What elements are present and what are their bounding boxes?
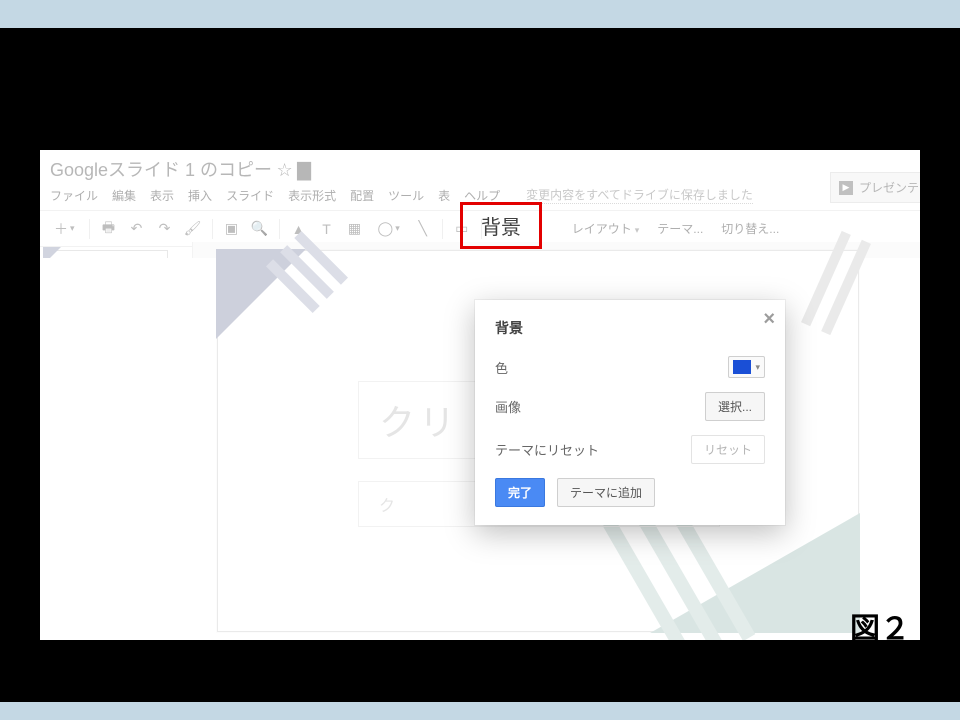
image-icon[interactable]: ▦ [344, 218, 366, 240]
document-title[interactable]: Googleスライド 1 のコピー [50, 160, 272, 180]
dialog-title: 背景 [495, 318, 765, 338]
shape-icon[interactable]: ◯▾ [372, 218, 406, 240]
print-icon[interactable]: 🖶 [98, 218, 120, 240]
toolbar-background[interactable]: 背景 [460, 202, 542, 249]
present-button[interactable]: ▶ プレゼンテ [830, 172, 920, 203]
zoom-fit-icon[interactable]: ▣ [221, 218, 243, 240]
color-swatch [733, 360, 751, 374]
slide-thumbnail[interactable]: Googleスライドを使う [46, 250, 168, 258]
decorative-stripes [801, 231, 871, 335]
dialog-row-color: 色 ▾ [495, 356, 765, 378]
menu-format[interactable]: 表示形式 [288, 187, 336, 204]
color-picker[interactable]: ▾ [728, 356, 765, 378]
menu-edit[interactable]: 編集 [112, 187, 136, 204]
redo-icon[interactable]: ↷ [154, 218, 176, 240]
canvas-area[interactable]: クリ ク [193, 242, 920, 258]
select-image-button[interactable]: 選択... [705, 392, 765, 421]
image-label: 画像 [495, 397, 521, 416]
menu-arrange[interactable]: 配置 [350, 187, 374, 204]
toolbar-background-highlight: 背景 [460, 202, 542, 249]
dialog-actions: 完了 テーマに追加 [495, 478, 765, 507]
toolbar-layout[interactable]: レイアウト▾ [566, 216, 646, 241]
background-dialog: × 背景 色 ▾ 画像 選択... テーマにリセット リセット 完了 テーマに追… [475, 300, 785, 525]
menu-view[interactable]: 表示 [150, 187, 174, 204]
folder-icon[interactable]: ▇ [297, 160, 311, 180]
done-button[interactable]: 完了 [495, 478, 545, 507]
toolbar-transition[interactable]: 切り替え... [715, 216, 785, 241]
toolbar-separator [89, 219, 90, 239]
titlebar: Googleスライド 1 のコピー ☆ ▇ [40, 150, 920, 182]
new-slide-button[interactable]: ＋▾ [48, 218, 81, 240]
thumbnail-panel[interactable]: Googleスライドを使う 基本のテンプレート（スライドレイアウト） Googl… [40, 242, 193, 258]
color-label: 色 [495, 358, 508, 377]
dialog-row-image: 画像 選択... [495, 392, 765, 421]
close-icon[interactable]: × [763, 308, 775, 331]
menu-table[interactable]: 表 [438, 187, 450, 204]
toolbar-theme[interactable]: テーマ... [651, 216, 709, 241]
textbox-icon[interactable]: T [316, 218, 338, 240]
toolbar-separator [442, 219, 443, 239]
paint-format-icon[interactable]: 🖌 [182, 218, 204, 240]
play-icon: ▶ [839, 181, 853, 195]
line-icon[interactable]: ╲ [412, 218, 434, 240]
figure-label: 図２ [850, 604, 910, 648]
present-button-label: プレゼンテ [859, 179, 919, 196]
toolbar-separator [279, 219, 280, 239]
dialog-row-reset: テーマにリセット リセット [495, 435, 765, 464]
star-icon[interactable]: ☆ [277, 160, 293, 180]
menu-tools[interactable]: ツール [388, 187, 424, 204]
zoom-icon[interactable]: 🔍 [249, 218, 271, 240]
chevron-down-icon: ▾ [755, 362, 760, 373]
menu-slide[interactable]: スライド [226, 187, 274, 204]
drive-saved-status[interactable]: 変更内容をすべてドライブに保存しました [526, 186, 753, 204]
reset-button[interactable]: リセット [691, 435, 765, 464]
add-to-theme-button[interactable]: テーマに追加 [557, 478, 655, 507]
menu-help[interactable]: ヘルプ [464, 187, 500, 204]
reset-label: テーマにリセット [495, 440, 599, 459]
undo-icon[interactable]: ↶ [126, 218, 148, 240]
menu-file[interactable]: ファイル [50, 187, 98, 204]
toolbar-separator [212, 219, 213, 239]
menu-insert[interactable]: 挿入 [188, 187, 212, 204]
